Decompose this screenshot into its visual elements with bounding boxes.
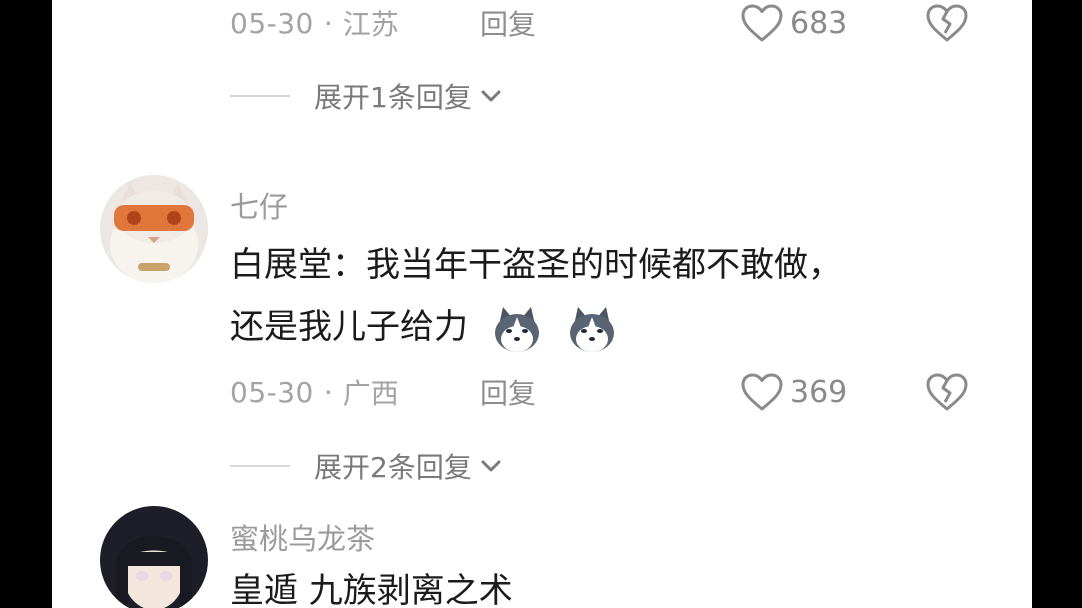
heart-icon [741, 4, 783, 42]
like-count: 369 [790, 374, 848, 410]
comment-meta: 05-30 · 江苏 回复 683 [230, 3, 1010, 43]
comment-location: 广西 [342, 377, 399, 410]
like-count: 683 [790, 5, 848, 41]
comment-content-text: 还是我儿子给力 [230, 307, 468, 347]
husky-emoji-icon [569, 306, 614, 352]
heart-icon [741, 373, 783, 411]
comment-panel: 05-30 · 江苏 回复 683 展开1条回复 七仔 白展堂：我当年干盗圣的时… [52, 0, 1032, 608]
dislike-button[interactable] [925, 3, 969, 43]
divider-line [230, 465, 290, 467]
broken-heart-icon [926, 373, 968, 411]
expand-replies-label: 展开2条回复 [314, 451, 472, 484]
like-button[interactable]: 683 [740, 3, 847, 43]
chevron-down-icon [480, 89, 502, 103]
reply-button[interactable]: 回复 [480, 372, 536, 412]
broken-heart-icon [926, 4, 968, 42]
husky-emoji-icon [494, 306, 539, 352]
comment-date: 05-30 [230, 6, 314, 40]
comment-date: 05-30 [230, 375, 314, 409]
separator-dot: · [323, 6, 333, 40]
comment-content: 皇遁 九族剥离之术 [230, 560, 513, 608]
comment-content: 白展堂：我当年干盗圣的时候都不敢做， 还是我儿子给力 [230, 234, 842, 358]
divider-line [230, 95, 290, 97]
expand-replies-button[interactable]: 展开1条回复 [230, 76, 502, 116]
avatar[interactable] [100, 506, 208, 608]
expand-replies-label: 展开1条回复 [314, 81, 472, 114]
comment-username[interactable]: 蜜桃乌龙茶 [230, 516, 375, 558]
avatar[interactable] [100, 175, 208, 283]
comment-username[interactable]: 七仔 [230, 184, 288, 226]
comment-location: 江苏 [342, 8, 399, 41]
cat-avatar-image [100, 175, 208, 283]
comment-content-line: 还是我儿子给力 [230, 296, 842, 358]
comment-content-line: 皇遁 九族剥离之术 [230, 571, 513, 608]
reply-button[interactable]: 回复 [480, 3, 536, 43]
chevron-down-icon [480, 459, 502, 473]
like-button[interactable]: 369 [740, 372, 847, 412]
separator-dot: · [323, 375, 333, 409]
dislike-button[interactable] [925, 372, 969, 412]
comment-meta: 05-30 · 广西 回复 369 [230, 372, 1010, 412]
comment-content-line: 白展堂：我当年干盗圣的时候都不敢做， [230, 245, 842, 285]
expand-replies-button[interactable]: 展开2条回复 [230, 446, 502, 486]
anime-girl-avatar-image [100, 506, 208, 608]
